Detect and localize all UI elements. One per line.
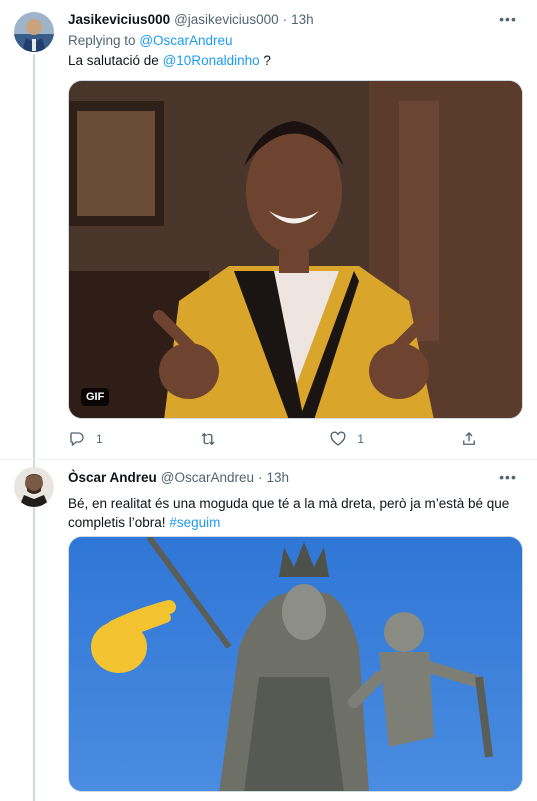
- gif-image: [69, 81, 522, 418]
- replying-to-link[interactable]: @OscarAndreu: [139, 33, 232, 48]
- tweet-text-before: La salutació de: [68, 53, 159, 68]
- replying-prefix: Replying to: [68, 33, 136, 48]
- tweet-header: Òscar Andreu @OscarAndreu · 13h: [68, 470, 289, 485]
- gif-media[interactable]: GIF: [68, 80, 523, 419]
- tweet-header: Jasikevicius000 @jasikevicius000 · 13h: [68, 12, 314, 27]
- like-button[interactable]: 1: [329, 430, 409, 448]
- reply-icon: [70, 432, 84, 447]
- timestamp[interactable]: 13h: [291, 12, 314, 27]
- reply-button[interactable]: 1: [68, 430, 148, 448]
- tweet-2[interactable]: Òscar Andreu @OscarAndreu · 13h ••• Bé, …: [0, 460, 537, 801]
- display-name[interactable]: Jasikevicius000: [68, 12, 170, 27]
- tweet-text: La salutació de @10Ronaldinho ?: [68, 51, 523, 70]
- tweet-text: Bé, en realitat és una moguda que té a l…: [68, 494, 528, 532]
- like-count: 1: [357, 432, 364, 446]
- user-handle[interactable]: @OscarAndreu: [161, 470, 254, 485]
- gif-badge: GIF: [81, 388, 110, 406]
- share-button[interactable]: [460, 430, 478, 448]
- retweet-button[interactable]: [199, 430, 279, 448]
- timestamp[interactable]: 13h: [267, 470, 290, 485]
- more-icon[interactable]: •••: [499, 10, 517, 28]
- mention-link[interactable]: @10Ronaldinho: [163, 53, 260, 68]
- tweet-text-body: Bé, en realitat és una moguda que té a l…: [68, 496, 510, 530]
- hashtag-link[interactable]: #seguim: [169, 515, 220, 530]
- share-icon: [463, 432, 475, 445]
- more-icon[interactable]: •••: [499, 468, 517, 486]
- tweet-text-after: ?: [259, 53, 271, 68]
- avatar[interactable]: [14, 12, 54, 52]
- retweet-icon: [201, 432, 215, 446]
- separator-dot: ·: [282, 12, 288, 27]
- tweet-actions: 1 1: [68, 430, 478, 448]
- user-handle[interactable]: @jasikevicius000: [174, 12, 279, 27]
- statue-image: [69, 537, 522, 791]
- replying-to: Replying to @OscarAndreu: [68, 33, 233, 48]
- reply-count: 1: [96, 432, 103, 446]
- image-media[interactable]: [68, 536, 523, 792]
- tweet-1[interactable]: Jasikevicius000 @jasikevicius000 · 13h •…: [0, 0, 537, 458]
- separator-dot: ·: [258, 470, 263, 485]
- heart-icon: [330, 431, 346, 446]
- display-name[interactable]: Òscar Andreu: [68, 470, 157, 485]
- avatar[interactable]: [14, 467, 54, 507]
